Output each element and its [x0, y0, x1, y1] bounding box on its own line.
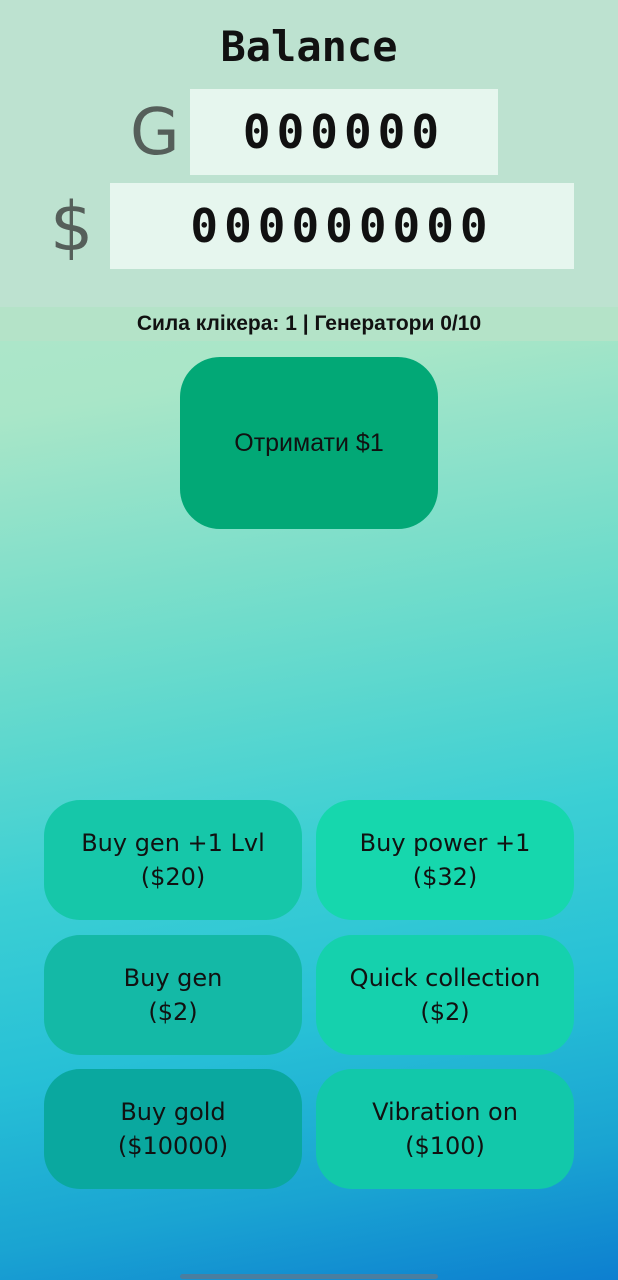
buy-gen-level-price: ($20)	[140, 863, 206, 891]
buy-gold-label: Buy gold	[120, 1098, 226, 1126]
buy-gen-button[interactable]: Buy gen ($2)	[44, 935, 302, 1055]
dollar-balance-display: 000000000	[110, 183, 574, 269]
quick-collection-label: Quick collection	[349, 964, 541, 992]
vibration-label: Vibration on	[372, 1098, 518, 1126]
quick-collection-price: ($2)	[420, 998, 470, 1026]
earn-money-button[interactable]: Отримати $1	[180, 357, 438, 529]
dollar-symbol: $	[50, 188, 94, 267]
buy-gold-price: ($10000)	[117, 1132, 229, 1160]
buy-gen-level-button[interactable]: Buy gen +1 Lvl ($20)	[44, 800, 302, 920]
balance-panel: Balance G 000000 $ 000000000	[0, 0, 618, 307]
buy-gen-level-label: Buy gen +1 Lvl	[81, 829, 265, 857]
buy-power-label: Buy power +1	[359, 829, 531, 857]
balance-title: Balance	[220, 22, 398, 71]
buy-power-price: ($32)	[412, 863, 478, 891]
buy-gen-price: ($2)	[148, 998, 198, 1026]
gold-balance-display: 000000	[190, 89, 498, 175]
buy-power-button[interactable]: Buy power +1 ($32)	[316, 800, 574, 920]
vibration-price: ($100)	[405, 1132, 485, 1160]
gold-symbol: G	[130, 96, 180, 170]
buy-gen-label: Buy gen	[123, 964, 223, 992]
vibration-button[interactable]: Vibration on ($100)	[316, 1069, 574, 1189]
buy-gold-button[interactable]: Buy gold ($10000)	[44, 1069, 302, 1189]
clicker-status: Сила клікера: 1 | Генератори 0/10	[0, 307, 618, 341]
quick-collection-button[interactable]: Quick collection ($2)	[316, 935, 574, 1055]
home-indicator[interactable]	[180, 1274, 438, 1279]
